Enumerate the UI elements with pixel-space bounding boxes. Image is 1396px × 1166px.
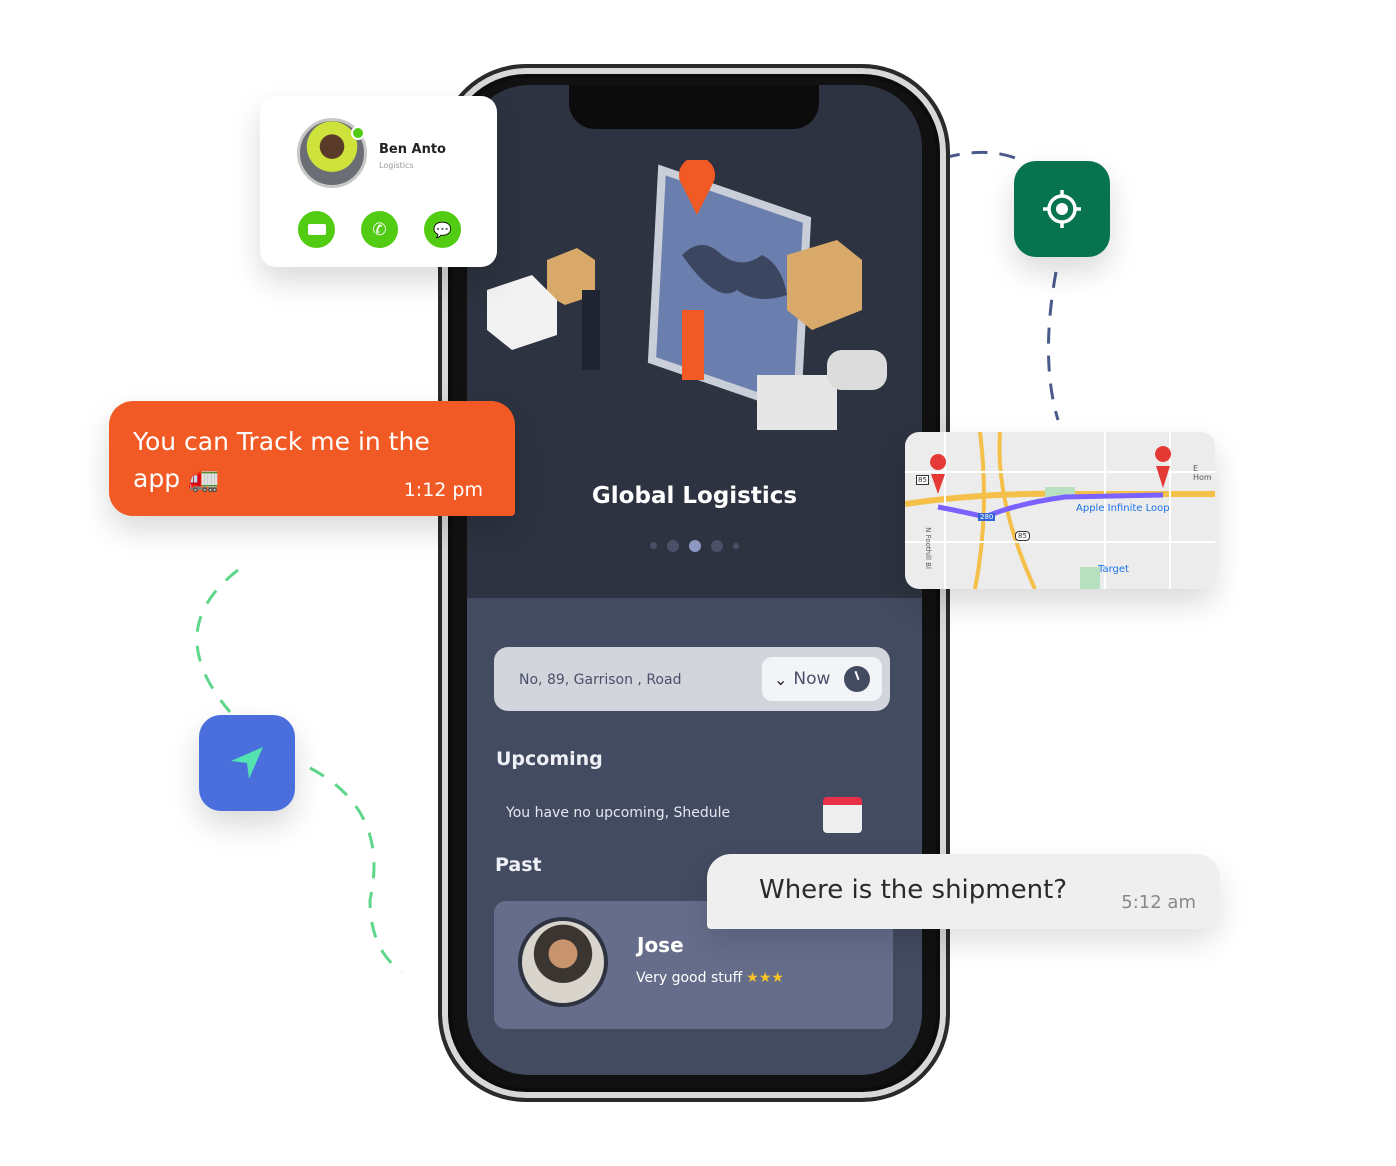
contact-card: Ben Anto Logistics ✆ 💬 <box>260 96 497 267</box>
address-bar[interactable]: No, 89, Garrison , Road ⌄ Now <box>494 647 890 711</box>
map-label-target: Target <box>1098 564 1129 575</box>
time-select[interactable]: ⌄ Now <box>762 657 882 701</box>
wechat-button[interactable]: 💬 <box>424 211 461 248</box>
calendar-icon[interactable] <box>823 797 862 833</box>
map-label-85: 85 <box>1015 531 1030 541</box>
navigation-arrow-icon <box>231 747 263 779</box>
map-label-280: 280 <box>978 513 996 521</box>
time-select-value: Now <box>793 669 831 689</box>
chat-time: 1:12 pm <box>403 479 483 501</box>
upcoming-heading: Upcoming <box>496 748 603 770</box>
map-label-apple: Apple Infinite Loop <box>1076 503 1170 514</box>
map-label-street: E Hom <box>1193 464 1212 482</box>
wechat-icon: 💬 <box>433 220 452 239</box>
video-camera-icon <box>307 224 326 235</box>
online-status-icon <box>351 126 365 140</box>
upcoming-empty-text: You have no upcoming, Shedule <box>506 805 731 821</box>
bottom-panel: No, 89, Garrison , Road ⌄ Now Upcoming Y… <box>467 598 922 1075</box>
chat-time: 5:12 am <box>1121 892 1196 913</box>
contact-name: Ben Anto <box>379 142 446 157</box>
past-heading: Past <box>495 854 542 876</box>
phone-call-button[interactable]: ✆ <box>361 211 398 248</box>
map-label-85-west: 85 <box>916 475 929 485</box>
map-label-foothill: N Foothill Bl <box>923 527 932 569</box>
chat-bubble-track: You can Track me in the app 🚛 1:12 pm <box>109 401 515 516</box>
phone-notch <box>569 85 819 129</box>
chat-message: Where is the shipment? <box>759 875 1068 905</box>
carousel-dots[interactable] <box>467 535 922 554</box>
crosshair-icon <box>1043 190 1081 228</box>
contact-role: Logistics <box>379 161 414 170</box>
app-title: Global Logistics <box>591 483 798 509</box>
locate-button[interactable] <box>1014 161 1110 257</box>
clock-icon <box>844 666 871 692</box>
chat-bubble-shipment: Where is the shipment? 5:12 am <box>707 854 1220 929</box>
video-call-button[interactable] <box>298 211 335 248</box>
navigation-button[interactable] <box>199 715 295 811</box>
star-rating-icon: ★★★ <box>746 970 784 986</box>
logistics-illustration <box>487 160 887 430</box>
route-map[interactable]: Apple Infinite Loop Target E Hom N Footh… <box>905 432 1215 589</box>
review: Very good stuff ★★★ <box>636 970 784 986</box>
phone-icon: ✆ <box>372 219 387 240</box>
review-text: Very good stuff <box>636 970 743 986</box>
chevron-down-icon: ⌄ <box>774 669 788 689</box>
address-input[interactable]: No, 89, Garrison , Road <box>519 672 681 688</box>
avatar <box>518 917 608 1007</box>
reviewer-name: Jose <box>637 933 684 957</box>
